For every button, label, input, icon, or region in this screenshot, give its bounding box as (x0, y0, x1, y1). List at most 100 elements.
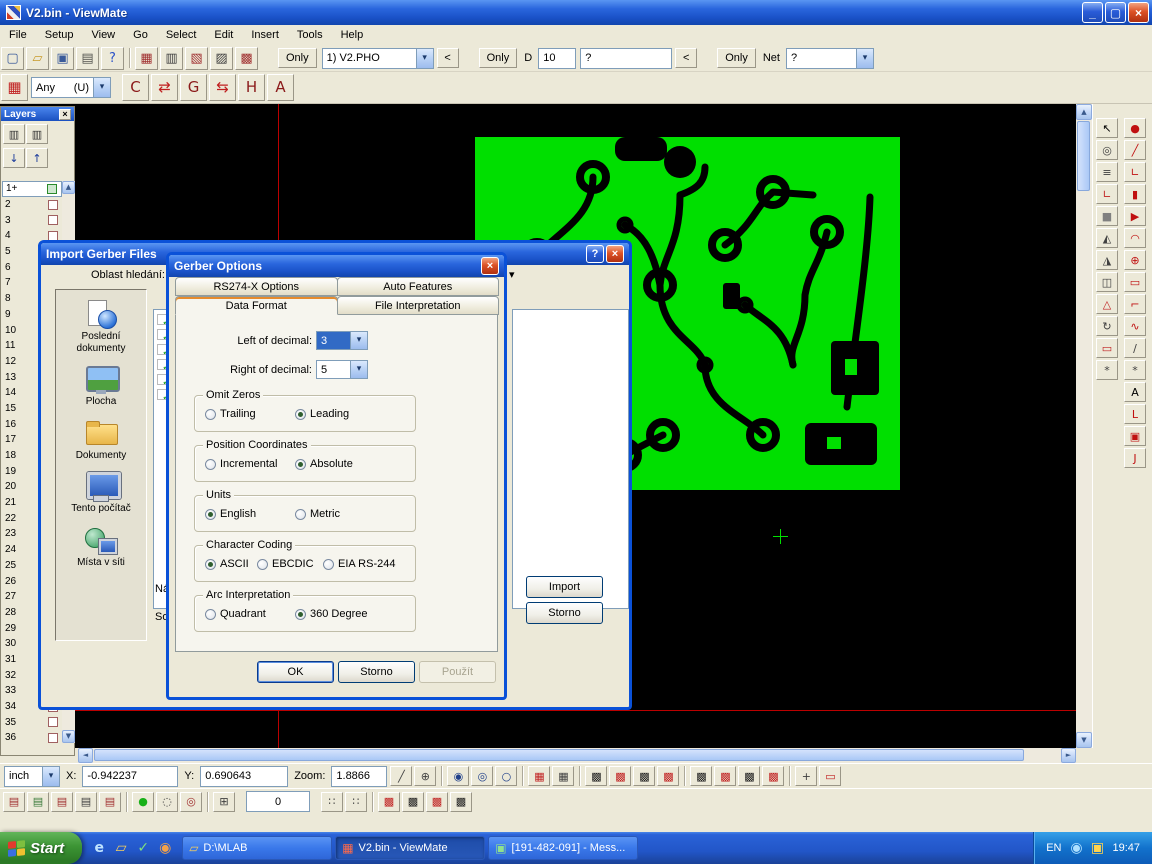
language-indicator[interactable]: EN (1046, 842, 1061, 854)
menu-tools[interactable]: Tools (288, 27, 332, 43)
task-v2-bin-viewmate[interactable]: ▦V2.bin - ViewMate (335, 836, 485, 860)
group-mode-icon[interactable]: G (180, 74, 207, 101)
layer-film-4-icon[interactable]: ▤ (75, 792, 97, 812)
prev-layer-button[interactable]: < (437, 48, 459, 68)
zoom-select-area-icon[interactable]: ◎ (471, 766, 493, 786)
grid-lines-icon[interactable]: ▦ (552, 766, 574, 786)
radio-quadrant[interactable]: Quadrant (205, 608, 266, 620)
only-net-toggle[interactable]: Only (717, 48, 756, 68)
layer-visibility-box[interactable] (48, 717, 58, 727)
radio-absolute[interactable]: Absolute (295, 458, 353, 470)
radio-eia-rs-244[interactable]: EIA RS-244 (323, 558, 395, 570)
snap-indicator-icon[interactable]: ● (132, 792, 154, 812)
task-d-mlab[interactable]: ▱D:\MLAB (182, 836, 332, 860)
dot-grid-1-icon[interactable]: ∷ (321, 792, 343, 812)
units-select[interactable]: inch ▾ (4, 766, 60, 787)
measure-triangle-icon[interactable]: △ (1096, 294, 1118, 314)
only-dcode-toggle[interactable]: Only (479, 48, 518, 68)
config-star-icon[interactable]: * (1124, 360, 1146, 380)
pattern-3-icon[interactable]: ▩ (426, 792, 448, 812)
look-in-dropdown-icon[interactable]: ▾ (509, 269, 526, 288)
explorer-icon[interactable]: ▱ (112, 839, 130, 857)
scroll-right-icon[interactable]: ► (1061, 748, 1076, 763)
grid-table-icon[interactable]: ⊞ (213, 792, 235, 812)
draw-wave-icon[interactable]: ∿ (1124, 316, 1146, 336)
pan-mode-icon[interactable]: + (795, 766, 817, 786)
pattern-2-icon[interactable]: ▩ (402, 792, 424, 812)
draw-rect-icon[interactable]: ▭ (1124, 272, 1146, 292)
zoom-select-icon[interactable]: ◎ (1096, 140, 1118, 160)
layer-row-3[interactable]: 3 (2, 212, 62, 228)
save-file-icon[interactable]: ▣ (51, 47, 74, 70)
new-file-icon[interactable]: ▢ (1, 47, 24, 70)
layer-grid-icon[interactable]: ▥ (26, 124, 48, 144)
layer-row-2[interactable]: 2 (2, 197, 62, 213)
draw-arc-icon[interactable]: ◠ (1124, 228, 1146, 248)
align-items-icon[interactable]: ⇆ (209, 74, 236, 101)
pattern-1-icon[interactable]: ▩ (378, 792, 400, 812)
minimize-button[interactable]: _ (1082, 2, 1103, 23)
messenger-tray-icon[interactable]: ◉ (1067, 839, 1085, 857)
radio-ebcdic[interactable]: EBCDIC (257, 558, 314, 570)
rotate-icon[interactable]: ↻ (1096, 316, 1118, 336)
dropdown-arrow-icon[interactable]: ▾ (416, 49, 433, 68)
menu-setup[interactable]: Setup (36, 27, 83, 43)
dropdown-arrow-icon[interactable]: ▾ (350, 332, 367, 349)
mirror-icon[interactable]: ◫ (1096, 272, 1118, 292)
scroll-up-icon[interactable]: ▲ (1076, 104, 1092, 120)
place-tento-po-ta[interactable]: Tento počítač (56, 466, 146, 520)
film-view-7-icon[interactable]: ▩ (738, 766, 760, 786)
radio-ascii[interactable]: ASCII (205, 558, 249, 570)
security-center-icon[interactable]: ✓ (134, 839, 152, 857)
place-plocha[interactable]: Plocha (56, 359, 146, 413)
dialog-close-icon[interactable]: × (606, 245, 624, 263)
scroll-down-icon[interactable]: ▼ (62, 730, 75, 743)
move-layer-down-icon[interactable]: ↓ (3, 148, 25, 168)
flip-vertical-icon[interactable]: ◭ (1096, 228, 1118, 248)
dropdown-arrow-icon[interactable]: ▾ (350, 361, 367, 378)
report-icon[interactable]: ▩ (235, 47, 258, 70)
menu-file[interactable]: File (0, 27, 36, 43)
dashed-rect-icon[interactable]: ▭ (1096, 338, 1118, 358)
only-layer-toggle[interactable]: Only (278, 48, 317, 68)
layer-visibility-box[interactable] (48, 215, 58, 225)
dcode-query-input[interactable]: ? (580, 48, 672, 69)
zoom-value[interactable]: 1.8866 (331, 766, 387, 787)
tab-file-interpretation[interactable]: File Interpretation (337, 296, 500, 315)
radio-leading[interactable]: Leading (295, 408, 349, 420)
clock[interactable]: 19:47 (1112, 842, 1140, 854)
item-type-select[interactable]: Any (U) ▾ (31, 77, 111, 98)
tab-auto-features[interactable]: Auto Features (337, 277, 500, 296)
updates-tray-icon[interactable]: ▣ (1088, 839, 1106, 857)
film-view-5-icon[interactable]: ▩ (690, 766, 712, 786)
place-dokumenty[interactable]: Dokumenty (56, 413, 146, 467)
ruler-diagonal-icon[interactable]: ╱ (390, 766, 412, 786)
film-view-3-icon[interactable]: ▩ (633, 766, 655, 786)
film-view-4-icon[interactable]: ▩ (657, 766, 679, 786)
left-of-decimal-select[interactable]: 3 ▾ (316, 331, 368, 350)
layer-visibility-box[interactable] (47, 184, 57, 194)
browser-icon[interactable]: ◉ (156, 839, 174, 857)
draw-line-icon[interactable]: ╱ (1124, 140, 1146, 160)
pattern-4-icon[interactable]: ▩ (450, 792, 472, 812)
grid-step-value[interactable]: 0 (246, 791, 310, 812)
dialog-help-icon[interactable]: ? (586, 245, 604, 263)
layers-close-icon[interactable]: × (59, 109, 71, 120)
canvas-vscrollbar[interactable]: ▲ ▼ (1076, 104, 1092, 748)
flash-pad-icon[interactable]: ● (1124, 118, 1146, 138)
gerber-dialog-titlebar[interactable]: Gerber Options × (169, 255, 504, 277)
start-button[interactable]: Start (0, 832, 82, 864)
origin-target-icon[interactable]: ⊕ (414, 766, 436, 786)
open-file-icon[interactable]: ▱ (26, 47, 49, 70)
edit-slash-icon[interactable]: ∕ (1124, 338, 1146, 358)
radio-english[interactable]: English (205, 508, 256, 520)
selection-grid-icon[interactable]: ▦ (1, 74, 28, 101)
canvas-hscrollbar[interactable]: ◄ ► (78, 748, 1076, 763)
menu-select[interactable]: Select (157, 27, 206, 43)
place-posledn-dokumenty[interactable]: Poslední dokumenty (56, 294, 146, 359)
button-storno[interactable]: Storno (338, 661, 415, 683)
radio-metric[interactable]: Metric (295, 508, 340, 520)
file-list[interactable] (512, 309, 629, 609)
film-view-6-icon[interactable]: ▩ (714, 766, 736, 786)
task-191-482-091-mess[interactable]: ▣[191-482-091] - Mess... (488, 836, 638, 860)
